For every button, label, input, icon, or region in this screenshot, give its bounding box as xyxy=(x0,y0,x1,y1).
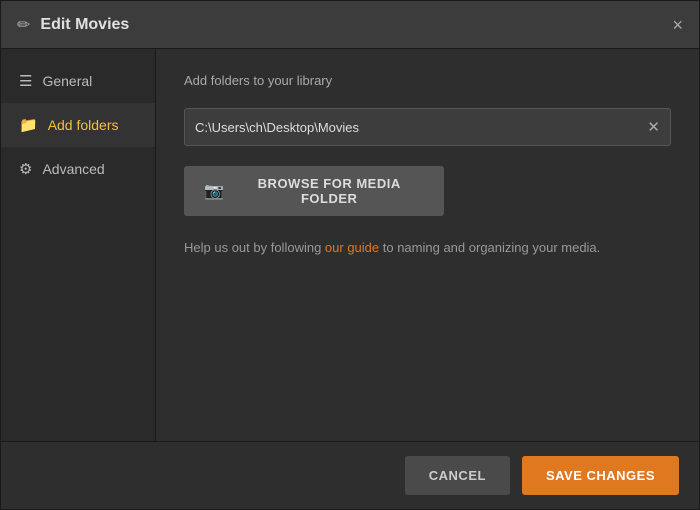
cancel-button[interactable]: CANCEL xyxy=(405,456,510,495)
section-label: Add folders to your library xyxy=(184,73,671,88)
close-icon[interactable]: × xyxy=(672,16,683,34)
guide-text-before: Help us out by following xyxy=(184,240,325,255)
browse-button[interactable]: 📷 BROWSE FOR MEDIA FOLDER xyxy=(184,166,444,216)
guide-link[interactable]: our guide xyxy=(325,240,379,255)
camera-icon: 📷 xyxy=(204,181,224,201)
dialog-title: Edit Movies xyxy=(40,16,129,34)
dialog-body: ☰ General 📁 Add folders ⚙ Advanced Add f… xyxy=(1,49,699,441)
save-changes-button[interactable]: SAVE CHANGES xyxy=(522,456,679,495)
titlebar-left: ✏ Edit Movies xyxy=(17,15,129,35)
folder-path: C:\Users\ch\Desktop\Movies xyxy=(195,120,639,135)
folder-row: C:\Users\ch\Desktop\Movies ✕ xyxy=(184,108,671,146)
sidebar-item-advanced[interactable]: ⚙ Advanced xyxy=(1,147,155,191)
browse-button-label: BROWSE FOR MEDIA FOLDER xyxy=(234,176,424,206)
sidebar-item-add-folders[interactable]: 📁 Add folders xyxy=(1,103,155,147)
general-icon: ☰ xyxy=(19,72,32,90)
footer: CANCEL SAVE CHANGES xyxy=(1,441,699,509)
remove-folder-icon[interactable]: ✕ xyxy=(647,120,660,135)
sidebar-item-label-general: General xyxy=(42,73,92,89)
pencil-icon: ✏ xyxy=(17,15,30,35)
sidebar: ☰ General 📁 Add folders ⚙ Advanced xyxy=(1,49,156,441)
sidebar-item-general[interactable]: ☰ General xyxy=(1,59,155,103)
guide-text-after: to naming and organizing your media. xyxy=(379,240,600,255)
guide-text: Help us out by following our guide to na… xyxy=(184,240,671,255)
sidebar-item-label-advanced: Advanced xyxy=(42,161,104,177)
gear-icon: ⚙ xyxy=(19,160,32,178)
titlebar: ✏ Edit Movies × xyxy=(1,1,699,49)
folder-icon: 📁 xyxy=(19,116,38,134)
main-content: Add folders to your library C:\Users\ch\… xyxy=(156,49,699,441)
sidebar-item-label-add-folders: Add folders xyxy=(48,117,119,133)
edit-movies-dialog: ✏ Edit Movies × ☰ General 📁 Add folders … xyxy=(0,0,700,510)
